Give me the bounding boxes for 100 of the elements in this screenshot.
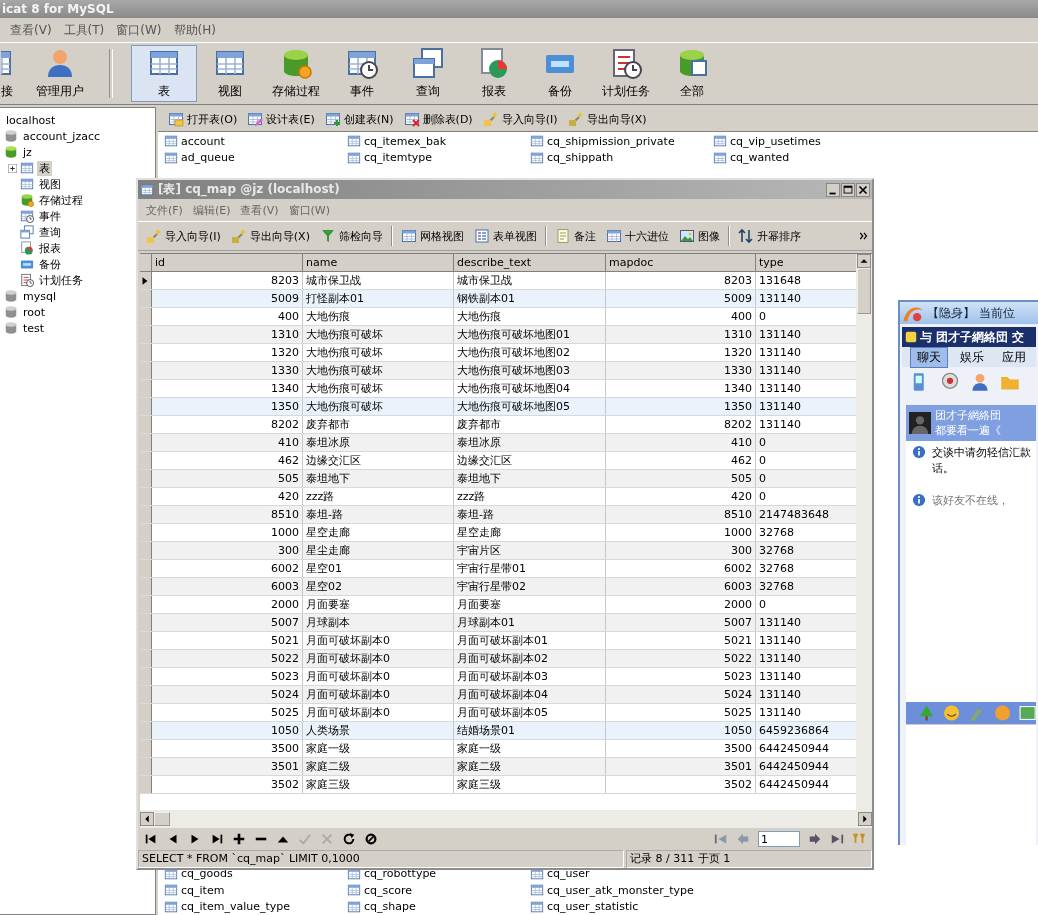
tree-item[interactable]: localhost — [4, 113, 58, 127]
table-row[interactable]: 3501 家庭二级 家庭二级 3501 6442450944 — [140, 758, 856, 776]
table-row[interactable]: 6003 星空02 宇宙行星带02 6003 32768 — [140, 578, 856, 596]
toolbar-button[interactable]: 打开表(O) — [166, 110, 240, 128]
next-page-icon[interactable] — [808, 832, 822, 846]
table-item[interactable]: cq_wanted — [730, 151, 790, 165]
tree-icon[interactable] — [918, 704, 936, 722]
toolbar-button[interactable]: 导出向导(X) — [565, 110, 649, 128]
last-record-icon[interactable] — [210, 832, 224, 846]
tree-item[interactable]: account_jzacc — [21, 129, 102, 143]
maximize-button[interactable] — [841, 182, 855, 197]
menu-item[interactable]: 窗口(W) — [288, 202, 331, 218]
check-icon[interactable] — [298, 832, 312, 846]
table-item[interactable]: cq_item — [181, 883, 225, 897]
tab[interactable]: 娱乐 — [954, 347, 990, 367]
table-row[interactable]: 1050 人类场景 结婚场景01 1050 6459236864 — [140, 722, 856, 740]
table-item[interactable]: cq_robottype — [364, 867, 437, 881]
toolbar-button[interactable]: 视图 — [197, 45, 263, 102]
tree-item[interactable]: test — [21, 321, 47, 335]
table-row[interactable]: 5009 打怪副本01 钢铁副本01 5009 131140 — [140, 290, 856, 308]
webcam-icon[interactable] — [940, 372, 960, 392]
table-item[interactable]: cq_vip_usetimes — [730, 134, 821, 148]
toolbar-button[interactable]: 网格视图 — [398, 227, 466, 245]
toolbar-button[interactable]: 导出向导(X) — [228, 227, 312, 245]
toolbar-button[interactable]: 表单视图 — [471, 227, 539, 245]
table-row[interactable]: 1350 大地伤痕可破坏 大地伤痕可破坏地图05 1350 131140 — [140, 398, 856, 416]
tree-item[interactable]: 视图 — [37, 176, 63, 192]
tree-item[interactable]: 计划任务 — [37, 272, 85, 288]
table-row[interactable]: 1330 大地伤痕可破坏 大地伤痕可破坏地图03 1330 131140 — [140, 362, 856, 380]
table-row[interactable]: 5007 月球副本 月球副本01 5007 131140 — [140, 614, 856, 632]
table-item[interactable]: cq_score — [364, 883, 413, 897]
table-row[interactable]: 3502 家庭三级 家庭三级 3502 6442450944 — [140, 776, 856, 794]
sticker-icon[interactable] — [993, 704, 1011, 722]
toolbar-button[interactable]: 图像 — [676, 227, 722, 245]
close-button[interactable] — [856, 182, 870, 197]
table-item[interactable]: account — [181, 134, 225, 148]
tree-item[interactable]: root — [21, 305, 48, 319]
scroll-thumb[interactable] — [857, 268, 871, 314]
page-field[interactable]: 1 — [758, 831, 800, 847]
add-icon[interactable] — [232, 832, 246, 846]
table-item[interactable]: cq_shipmission_private — [547, 134, 675, 148]
table-item[interactable]: cq_goods — [181, 867, 233, 881]
tree-item[interactable]: 报表 — [37, 240, 63, 256]
smiley-icon[interactable] — [943, 704, 961, 722]
tree-item[interactable]: 备份 — [37, 256, 63, 272]
table-row[interactable]: 5024 月面可破坏副本0 月面可破坏副本04 5024 131140 — [140, 686, 856, 704]
menu-item[interactable]: 查看(V) — [10, 21, 52, 39]
table-item[interactable]: cq_itemex_bak — [364, 134, 447, 148]
tree-item[interactable]: jz — [21, 145, 34, 159]
person-icon[interactable] — [970, 372, 990, 392]
table-row[interactable]: 8510 泰坦-路 泰坦-路 8510 2147483648 — [140, 506, 856, 524]
scrollbar[interactable] — [140, 810, 872, 828]
menu-item[interactable]: 帮助(H) — [173, 21, 216, 39]
table-row[interactable]: 300 星尘走廊 宇宙片区 300 32768 — [140, 542, 856, 560]
table-row[interactable]: 1310 大地伤痕可破坏 大地伤痕可破坏地图01 1310 131140 — [140, 326, 856, 344]
toolbar-button[interactable]: 接 — [0, 45, 14, 102]
tab[interactable]: 聊天 — [910, 346, 948, 368]
table-row[interactable]: 505 泰坦地下 泰坦地下 505 0 — [140, 470, 856, 488]
table-item[interactable]: cq_user_statistic — [547, 900, 639, 914]
table-item[interactable]: cq_user_atk_monster_type — [547, 883, 694, 897]
minimize-button[interactable] — [826, 182, 840, 197]
toolbar-button[interactable]: 备份 — [527, 45, 593, 102]
tree-item[interactable]: mysql — [21, 289, 58, 303]
table-row[interactable]: 410 泰坦冰原 泰坦冰原 410 0 — [140, 434, 856, 452]
table-item[interactable]: cq_shape — [364, 900, 416, 914]
menu-item[interactable]: 窗口(W) — [116, 21, 162, 39]
toolbar-button[interactable]: 查询 — [395, 45, 461, 102]
table-row[interactable]: 5022 月面可破坏副本0 月面可破坏副本02 5022 131140 — [140, 650, 856, 668]
toolbar-button[interactable]: 筛检向导 — [317, 227, 385, 245]
toolbar-button[interactable]: 备注 — [552, 227, 598, 245]
first-record-icon[interactable] — [144, 832, 158, 846]
tab[interactable]: 应用 — [996, 347, 1032, 367]
menu-item[interactable]: 查看(V) — [240, 202, 279, 218]
table-item[interactable]: cq_item_value_type — [181, 900, 290, 914]
toolbar-button[interactable]: 计划任务 — [593, 45, 659, 102]
last-page-icon[interactable] — [830, 832, 844, 846]
toolbar-button[interactable]: 升幂排序 — [735, 227, 803, 245]
toolbar-button[interactable]: 创建表(N) — [322, 110, 396, 128]
menu-item[interactable]: 编辑(E) — [192, 202, 231, 218]
tree-item[interactable]: 查询 — [37, 224, 63, 240]
toolbar-button[interactable]: 导入向导(I) — [480, 110, 560, 128]
scroll-thumb[interactable] — [154, 812, 170, 826]
toolbar-button[interactable]: 存储过程 — [263, 45, 329, 102]
toolbar-button[interactable]: 表 — [131, 45, 197, 102]
toolbar-button[interactable]: 报表 — [461, 45, 527, 102]
toolbar-button[interactable]: 导入向导(I) — [144, 227, 223, 245]
table-item[interactable]: cq_itemtype — [364, 151, 432, 165]
refresh-icon[interactable] — [342, 832, 356, 846]
tree-item[interactable]: 表 — [37, 160, 52, 176]
filter-icon[interactable] — [852, 832, 866, 846]
message-input[interactable] — [906, 724, 1036, 845]
table-item[interactable]: ad_queue — [181, 151, 235, 165]
picture-frame-icon[interactable] — [1018, 704, 1036, 722]
stop-icon[interactable] — [364, 832, 378, 846]
column-header[interactable]: describe_text — [454, 254, 606, 271]
scrollbar[interactable] — [856, 254, 872, 810]
toolbar-button[interactable]: 全部 — [659, 45, 725, 102]
table-item[interactable]: cq_user — [547, 867, 590, 881]
tree-item[interactable]: 存储过程 — [37, 192, 85, 208]
menu-item[interactable]: 文件(F) — [146, 202, 183, 218]
